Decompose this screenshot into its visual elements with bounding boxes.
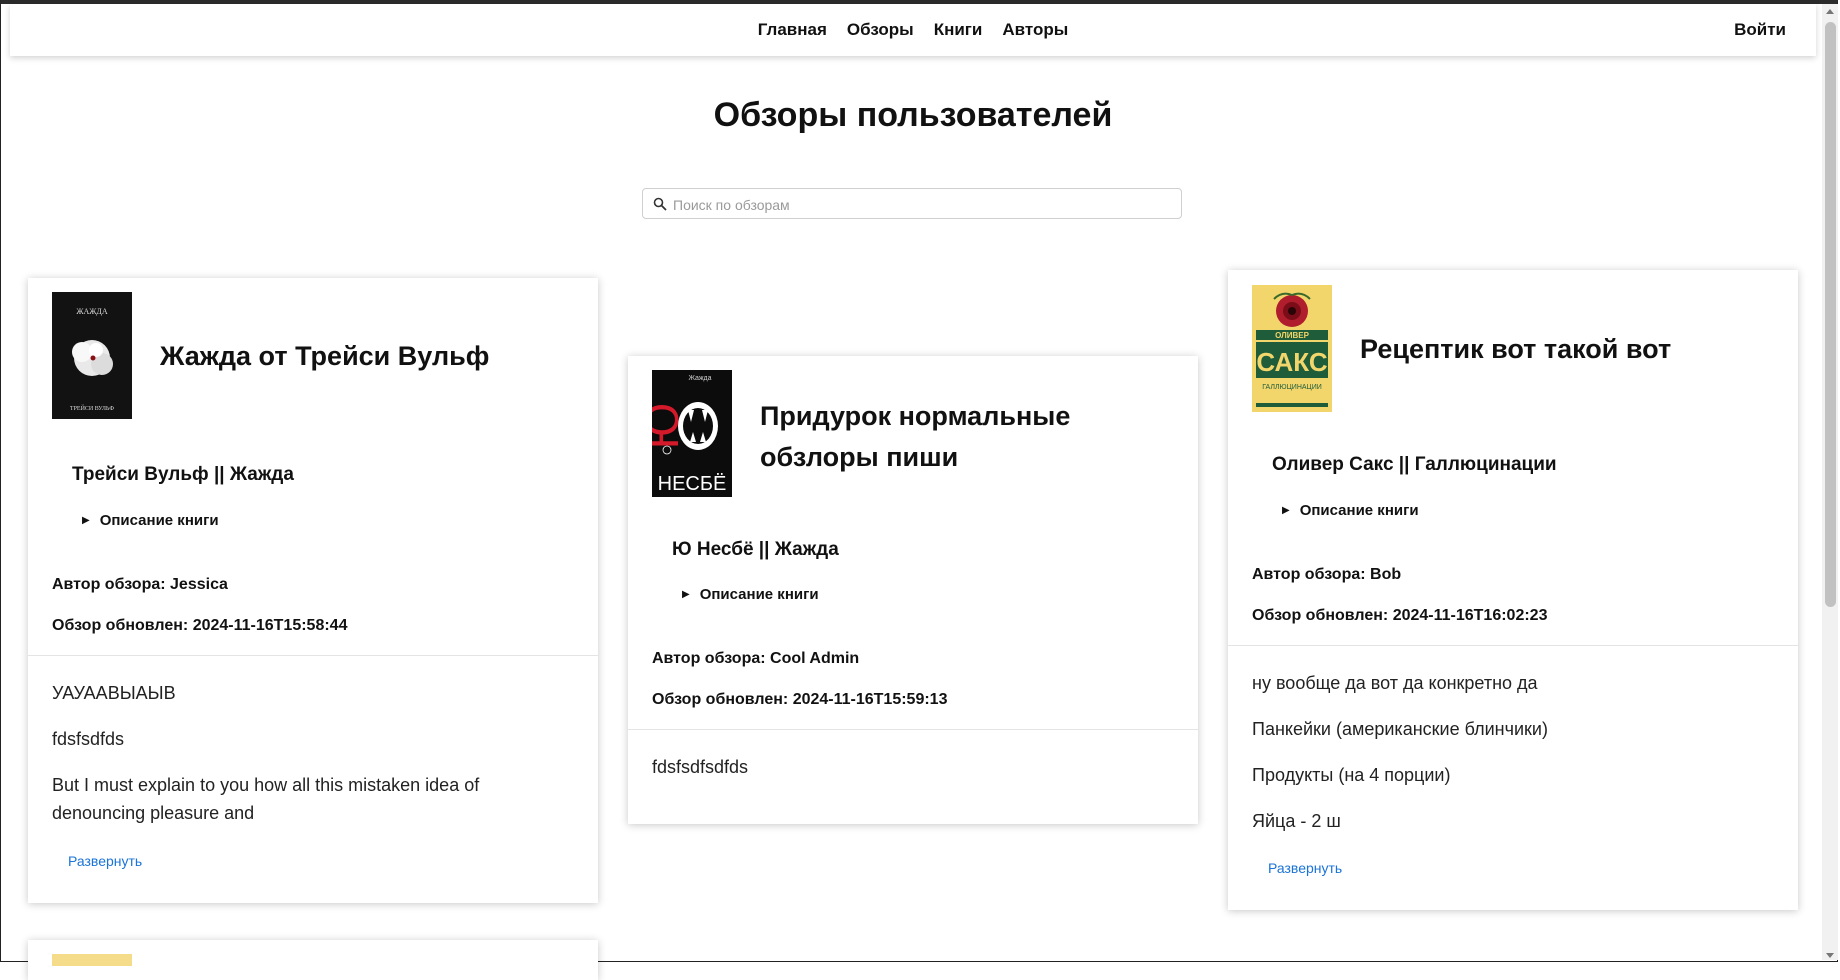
svg-text:ОЛИВЕР: ОЛИВЕР xyxy=(1275,331,1310,340)
review-updated-label: Обзор обновлен: xyxy=(652,691,789,708)
review-card: ЖАЖДА ТРЕЙСИ ВУЛЬФ Жажда от Трейси Вульф… xyxy=(28,278,598,903)
book-description-label: Описание книги xyxy=(699,586,819,603)
caret-right-icon: ▶ xyxy=(1282,505,1290,516)
review-card-header: Жажда Ю НЕСБЁ Придурок нормальные обзлор… xyxy=(652,370,1174,500)
review-paragraph: fdsfsdfsdfds xyxy=(652,757,749,777)
main-nav: Главная Обзоры Книги Авторы xyxy=(10,4,1816,56)
book-description-toggle[interactable]: ▶ Описание книги xyxy=(682,586,819,603)
review-author-label: Автор обзора: xyxy=(52,576,166,593)
review-card xyxy=(28,940,598,980)
top-navbar: Главная Обзоры Книги Авторы Войти xyxy=(10,4,1816,56)
nav-link-books[interactable]: Книги xyxy=(934,20,983,40)
review-updated-date: 2024-11-16T15:59:13 xyxy=(792,691,948,708)
book-description-toggle[interactable]: ▶ Описание книги xyxy=(1282,502,1419,519)
review-paragraph: ну вообще да вот да конкретно да xyxy=(1252,673,1538,693)
login-link[interactable]: Войти xyxy=(1734,20,1786,40)
review-updated-date: 2024-11-16T16:02:23 xyxy=(1392,607,1548,624)
book-cover-image: ЖАЖДА ТРЕЙСИ ВУЛЬФ xyxy=(52,292,132,419)
review-author: Автор обзора: Bob xyxy=(1252,566,1401,584)
review-author: Автор обзора: Cool Admin xyxy=(652,650,859,668)
svg-text:НЕСБЁ: НЕСБЁ xyxy=(658,473,727,495)
svg-text:Жажда: Жажда xyxy=(688,375,711,382)
review-body: УАУААВЫАЫВ fdsfsdfds But I must explain … xyxy=(52,679,574,845)
book-description-label: Описание книги xyxy=(1299,502,1419,519)
review-author-name: Jessica xyxy=(170,576,228,593)
page-title: Обзоры пользователей xyxy=(713,96,1113,134)
caret-right-icon: ▶ xyxy=(682,589,690,600)
scrollbar-thumb[interactable] xyxy=(1825,22,1836,607)
review-card-header: ЖАЖДА ТРЕЙСИ ВУЛЬФ Жажда от Трейси Вульф xyxy=(52,292,574,422)
book-description-toggle[interactable]: ▶ Описание книги xyxy=(82,512,219,529)
review-author-name: Cool Admin xyxy=(770,650,860,667)
review-card: ОЛИВЕР САКС ГАЛЛЮЦИНАЦИИ Рецептик вот та… xyxy=(1228,270,1798,910)
review-paragraph: УАУААВЫАЫВ xyxy=(52,683,176,703)
book-author-title: Ю Несбё || Жажда xyxy=(672,539,839,560)
svg-text:ГАЛЛЮЦИНАЦИИ: ГАЛЛЮЦИНАЦИИ xyxy=(1262,384,1322,391)
search-box[interactable] xyxy=(642,188,1182,220)
review-card: Жажда Ю НЕСБЁ Придурок нормальные обзлор… xyxy=(628,356,1198,824)
card-divider xyxy=(1228,645,1798,646)
review-card-header: ОЛИВЕР САКС ГАЛЛЮЦИНАЦИИ Рецептик вот та… xyxy=(1252,285,1774,415)
book-author-title: Оливер Сакс || Галлюцинации xyxy=(1272,454,1557,475)
search-input[interactable] xyxy=(671,189,1175,220)
review-title: Придурок нормальные обзлоры пиши xyxy=(760,401,1071,472)
scroll-up-arrow-icon[interactable] xyxy=(1826,9,1834,14)
review-updated-date: 2024-11-16T15:58:44 xyxy=(192,617,348,634)
svg-text:ТРЕЙСИ ВУЛЬФ: ТРЕЙСИ ВУЛЬФ xyxy=(70,404,114,412)
nav-link-home[interactable]: Главная xyxy=(758,20,827,40)
review-paragraph: Яйца - 2 ш xyxy=(1252,811,1341,831)
book-description-label: Описание книги xyxy=(99,512,219,529)
card-divider xyxy=(628,729,1198,730)
book-cover-image xyxy=(52,954,132,966)
review-author: Автор обзора: Jessica xyxy=(52,576,228,594)
review-author-name: Bob xyxy=(1370,566,1402,583)
review-title: Рецептик вот такой вот xyxy=(1360,334,1672,364)
review-author-label: Автор обзора: xyxy=(652,650,766,667)
review-body: ну вообще да вот да конкретно да Панкейк… xyxy=(1252,669,1774,853)
book-cover-image: Жажда Ю НЕСБЁ xyxy=(652,370,732,497)
review-updated: Обзор обновлен: 2024-11-16T15:59:13 xyxy=(652,691,947,709)
nav-link-reviews[interactable]: Обзоры xyxy=(847,20,914,40)
review-updated: Обзор обновлен: 2024-11-16T16:02:23 xyxy=(1252,607,1547,625)
review-paragraph: But I must explain to you how all this m… xyxy=(52,775,480,823)
review-updated-label: Обзор обновлен: xyxy=(1252,607,1389,624)
svg-text:ЖАЖДА: ЖАЖДА xyxy=(76,307,108,316)
review-updated-label: Обзор обновлен: xyxy=(52,617,189,634)
review-paragraph: Панкейки (американские блинчики) xyxy=(1252,719,1548,739)
book-author-title: Трейси Вульф || Жажда xyxy=(72,464,294,485)
nav-link-authors[interactable]: Авторы xyxy=(1002,20,1068,40)
review-paragraph: fdsfsdfds xyxy=(52,729,125,749)
card-divider xyxy=(28,655,598,656)
expand-link[interactable]: Развернуть xyxy=(68,853,142,869)
expand-link[interactable]: Развернуть xyxy=(1268,860,1342,876)
review-paragraph: Продукты (на 4 порции) xyxy=(1252,765,1451,785)
review-updated: Обзор обновлен: 2024-11-16T15:58:44 xyxy=(52,617,347,635)
review-title: Жажда от Трейси Вульф xyxy=(160,341,490,371)
caret-right-icon: ▶ xyxy=(82,515,90,526)
search-icon xyxy=(653,197,667,211)
svg-text:САКС: САКС xyxy=(1256,347,1327,377)
review-author-label: Автор обзора: xyxy=(1252,566,1366,583)
scroll-down-arrow-icon[interactable] xyxy=(1826,953,1834,958)
review-body: fdsfsdfsdfds xyxy=(652,753,1174,799)
book-cover-image: ОЛИВЕР САКС ГАЛЛЮЦИНАЦИИ xyxy=(1252,285,1332,412)
